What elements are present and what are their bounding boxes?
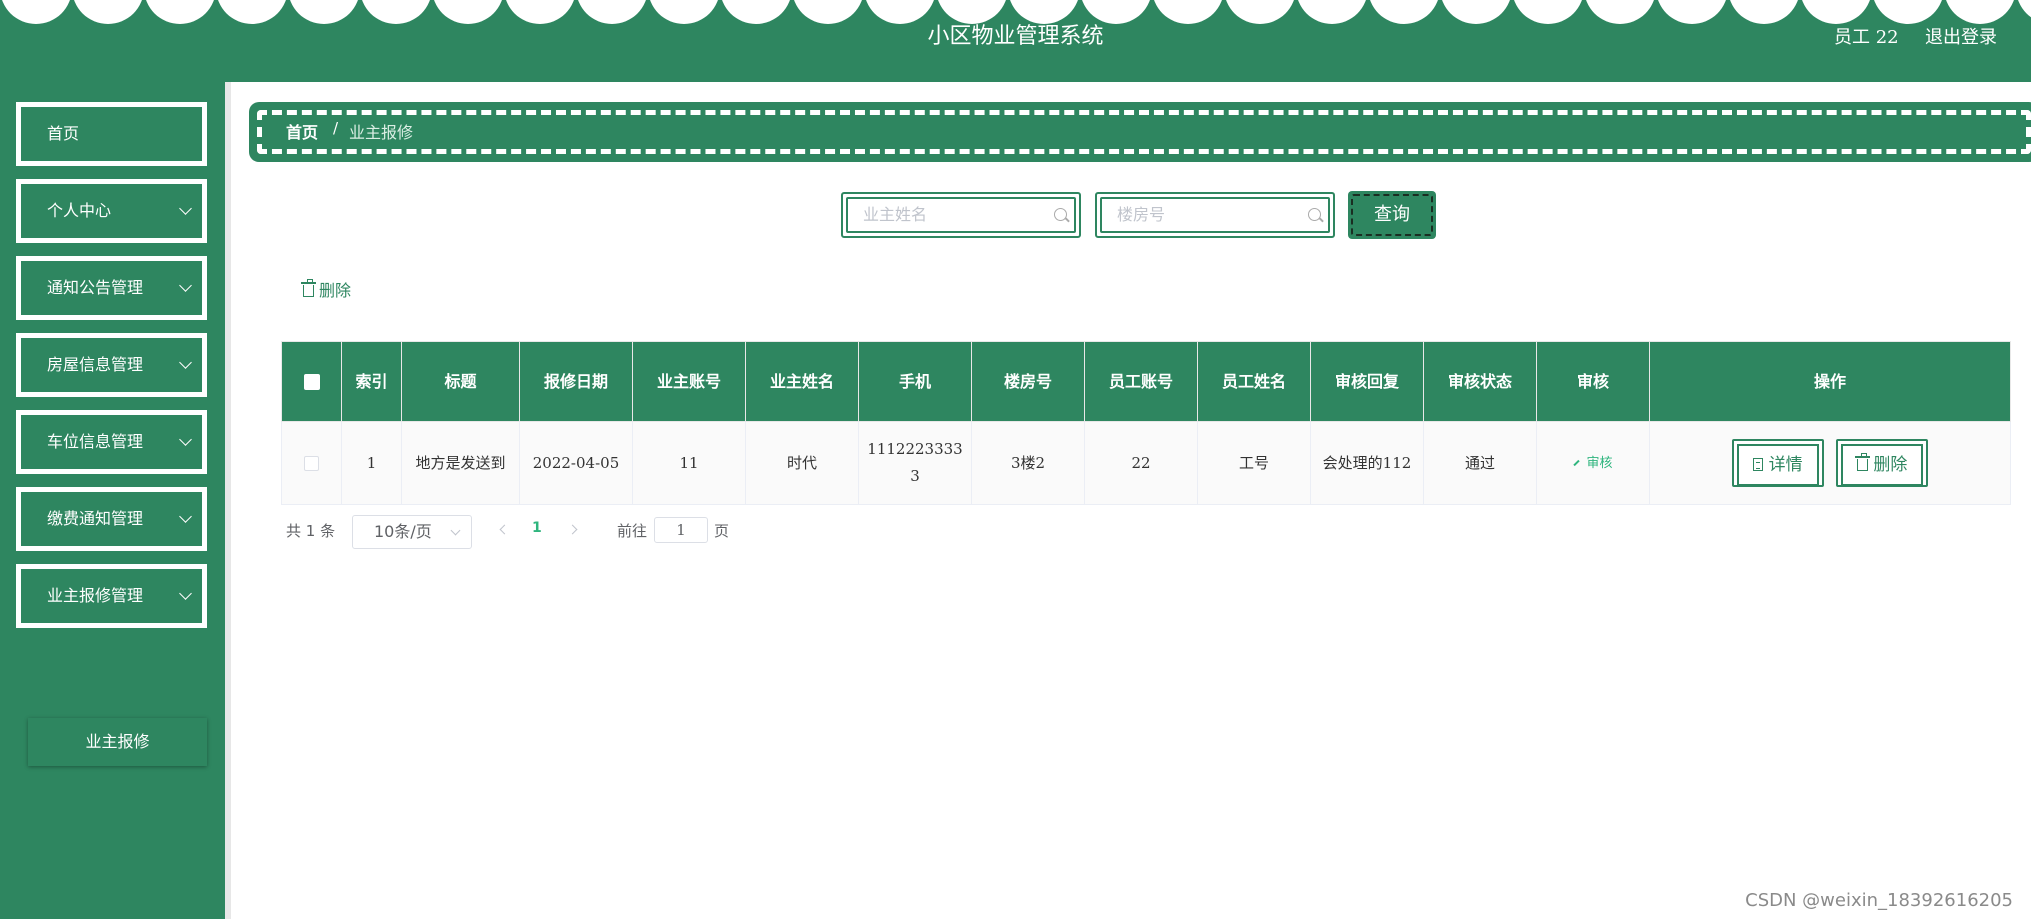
sidebar-item-notice[interactable]: 通知公告管理 — [16, 256, 207, 320]
column-header: 审核状态 — [1423, 341, 1537, 422]
sidebar-item-parking[interactable]: 车位信息管理 — [16, 410, 207, 474]
cell-reply: 会处理的112 — [1310, 421, 1424, 505]
sidebar-item-label: 个人中心 — [47, 201, 112, 220]
sidebar-divider — [225, 82, 231, 919]
breadcrumb-current: 业主报修 — [349, 123, 414, 142]
breadcrumb-separator: / — [333, 119, 339, 137]
edit-icon — [1573, 459, 1581, 467]
chevron-down-icon — [179, 510, 192, 523]
trash-icon — [1855, 453, 1871, 471]
column-header: 业主账号 — [632, 341, 746, 422]
column-header: 员工姓名 — [1197, 341, 1311, 422]
page-number-current[interactable]: 1 — [532, 520, 542, 536]
bulk-delete-label: 删除 — [319, 281, 352, 300]
chevron-left-icon[interactable] — [499, 520, 509, 540]
search-icon — [1054, 208, 1067, 221]
search-icon — [1308, 208, 1321, 221]
sidebar-item-home[interactable]: 首页 — [16, 102, 207, 166]
current-user: 员工 22 — [1834, 27, 1899, 48]
cell-phone: 11122233333 — [858, 421, 972, 505]
building-search — [1095, 192, 1335, 238]
page-size-select[interactable]: 10条/页 — [352, 515, 472, 549]
sidebar-subitem-owner-repair[interactable]: 业主报修 — [28, 718, 207, 766]
row-delete-button[interactable]: 删除 — [1836, 439, 1929, 487]
goto-page-input[interactable] — [654, 517, 708, 543]
column-header: 索引 — [341, 341, 402, 422]
column-header: 业主姓名 — [745, 341, 859, 422]
chevron-down-icon — [179, 587, 192, 600]
owner-name-search — [841, 192, 1081, 238]
sidebar-item-repair[interactable]: 业主报修管理 — [16, 564, 207, 628]
chevron-down-icon — [179, 433, 192, 446]
chevron-down-icon — [179, 202, 192, 215]
row-delete-label: 删除 — [1873, 455, 1908, 475]
detail-button[interactable]: 详情 — [1731, 439, 1824, 487]
sidebar: 首页 个人中心 通知公告管理 房屋信息管理 车位信息管理 缴费通知管理 业主报修… — [0, 82, 225, 919]
cell-owner-account: 11 — [632, 421, 746, 505]
audit-label: 审核 — [1586, 456, 1613, 471]
column-header: 报修日期 — [519, 341, 633, 422]
sidebar-item-label: 缴费通知管理 — [47, 509, 144, 528]
column-header: 审核回复 — [1310, 341, 1424, 422]
column-header: 审核 — [1536, 341, 1650, 422]
chevron-right-icon[interactable] — [569, 520, 579, 540]
select-all-cell — [281, 341, 342, 422]
cell-owner-name: 时代 — [745, 421, 859, 505]
sidebar-item-label: 业主报修管理 — [47, 586, 144, 605]
cell-date: 2022-04-05 — [519, 421, 633, 505]
chevron-down-icon — [450, 525, 461, 536]
cell-actions: 详情 删除 — [1649, 421, 2011, 505]
row-select-cell — [281, 421, 342, 505]
watermark: CSDN @weixin_18392616205 — [1745, 890, 2013, 911]
breadcrumb-home[interactable]: 首页 — [286, 119, 318, 143]
logout-link[interactable]: 退出登录 — [1925, 23, 1997, 49]
sidebar-item-profile[interactable]: 个人中心 — [16, 179, 207, 243]
goto-prefix: 前往 — [617, 522, 648, 540]
building-input[interactable] — [1115, 202, 1289, 226]
table-row: 1 地方是发送到 2022-04-05 11 时代 11122233333 3楼… — [281, 421, 2011, 505]
column-header: 操作 — [1649, 341, 2011, 422]
chevron-down-icon — [179, 279, 192, 292]
goto-suffix: 页 — [714, 522, 730, 540]
document-icon — [1752, 458, 1763, 471]
sidebar-item-house[interactable]: 房屋信息管理 — [16, 333, 207, 397]
column-header: 标题 — [401, 341, 520, 422]
cell-index: 1 — [341, 421, 402, 505]
cell-title: 地方是发送到 — [401, 421, 520, 505]
sidebar-item-label: 车位信息管理 — [47, 432, 144, 451]
owner-name-input[interactable] — [861, 202, 1035, 226]
trash-icon — [301, 279, 316, 297]
repair-table: 索引 标题 报修日期 业主账号 业主姓名 手机 楼房号 员工账号 员工姓名 审核… — [281, 341, 2011, 505]
column-header: 手机 — [858, 341, 972, 422]
pagination-total: 共 1 条 — [286, 522, 336, 540]
sidebar-item-label: 首页 — [47, 124, 80, 143]
page-size-value: 10条/页 — [374, 522, 432, 541]
app-title: 小区物业管理系统 — [927, 24, 1104, 49]
audit-link[interactable]: 审核 — [1573, 456, 1613, 471]
chevron-down-icon — [179, 356, 192, 369]
cell-staff-account: 22 — [1084, 421, 1198, 505]
table-header-row: 索引 标题 报修日期 业主账号 业主姓名 手机 楼房号 员工账号 员工姓名 审核… — [281, 341, 2011, 422]
cell-status: 通过 — [1423, 421, 1537, 505]
cell-building: 3楼2 — [971, 421, 1085, 505]
row-checkbox[interactable] — [304, 456, 319, 471]
query-button-label: 查询 — [1374, 204, 1410, 225]
bulk-delete-button[interactable]: 删除 — [301, 277, 352, 301]
cell-staff-name: 工号 — [1197, 421, 1311, 505]
cell-audit: 审核 — [1536, 421, 1650, 505]
sidebar-item-payment[interactable]: 缴费通知管理 — [16, 487, 207, 551]
top-header: 小区物业管理系统 员工 22 退出登录 — [0, 0, 2031, 82]
select-all-checkbox[interactable] — [303, 374, 320, 390]
column-header: 员工账号 — [1084, 341, 1198, 422]
column-header: 楼房号 — [971, 341, 1085, 422]
sidebar-item-label: 通知公告管理 — [47, 278, 144, 297]
breadcrumb: 首页 / 业主报修 — [249, 102, 2031, 162]
sidebar-item-label: 房屋信息管理 — [47, 355, 144, 374]
query-button[interactable]: 查询 — [1348, 191, 1436, 239]
detail-button-label: 详情 — [1768, 455, 1803, 475]
